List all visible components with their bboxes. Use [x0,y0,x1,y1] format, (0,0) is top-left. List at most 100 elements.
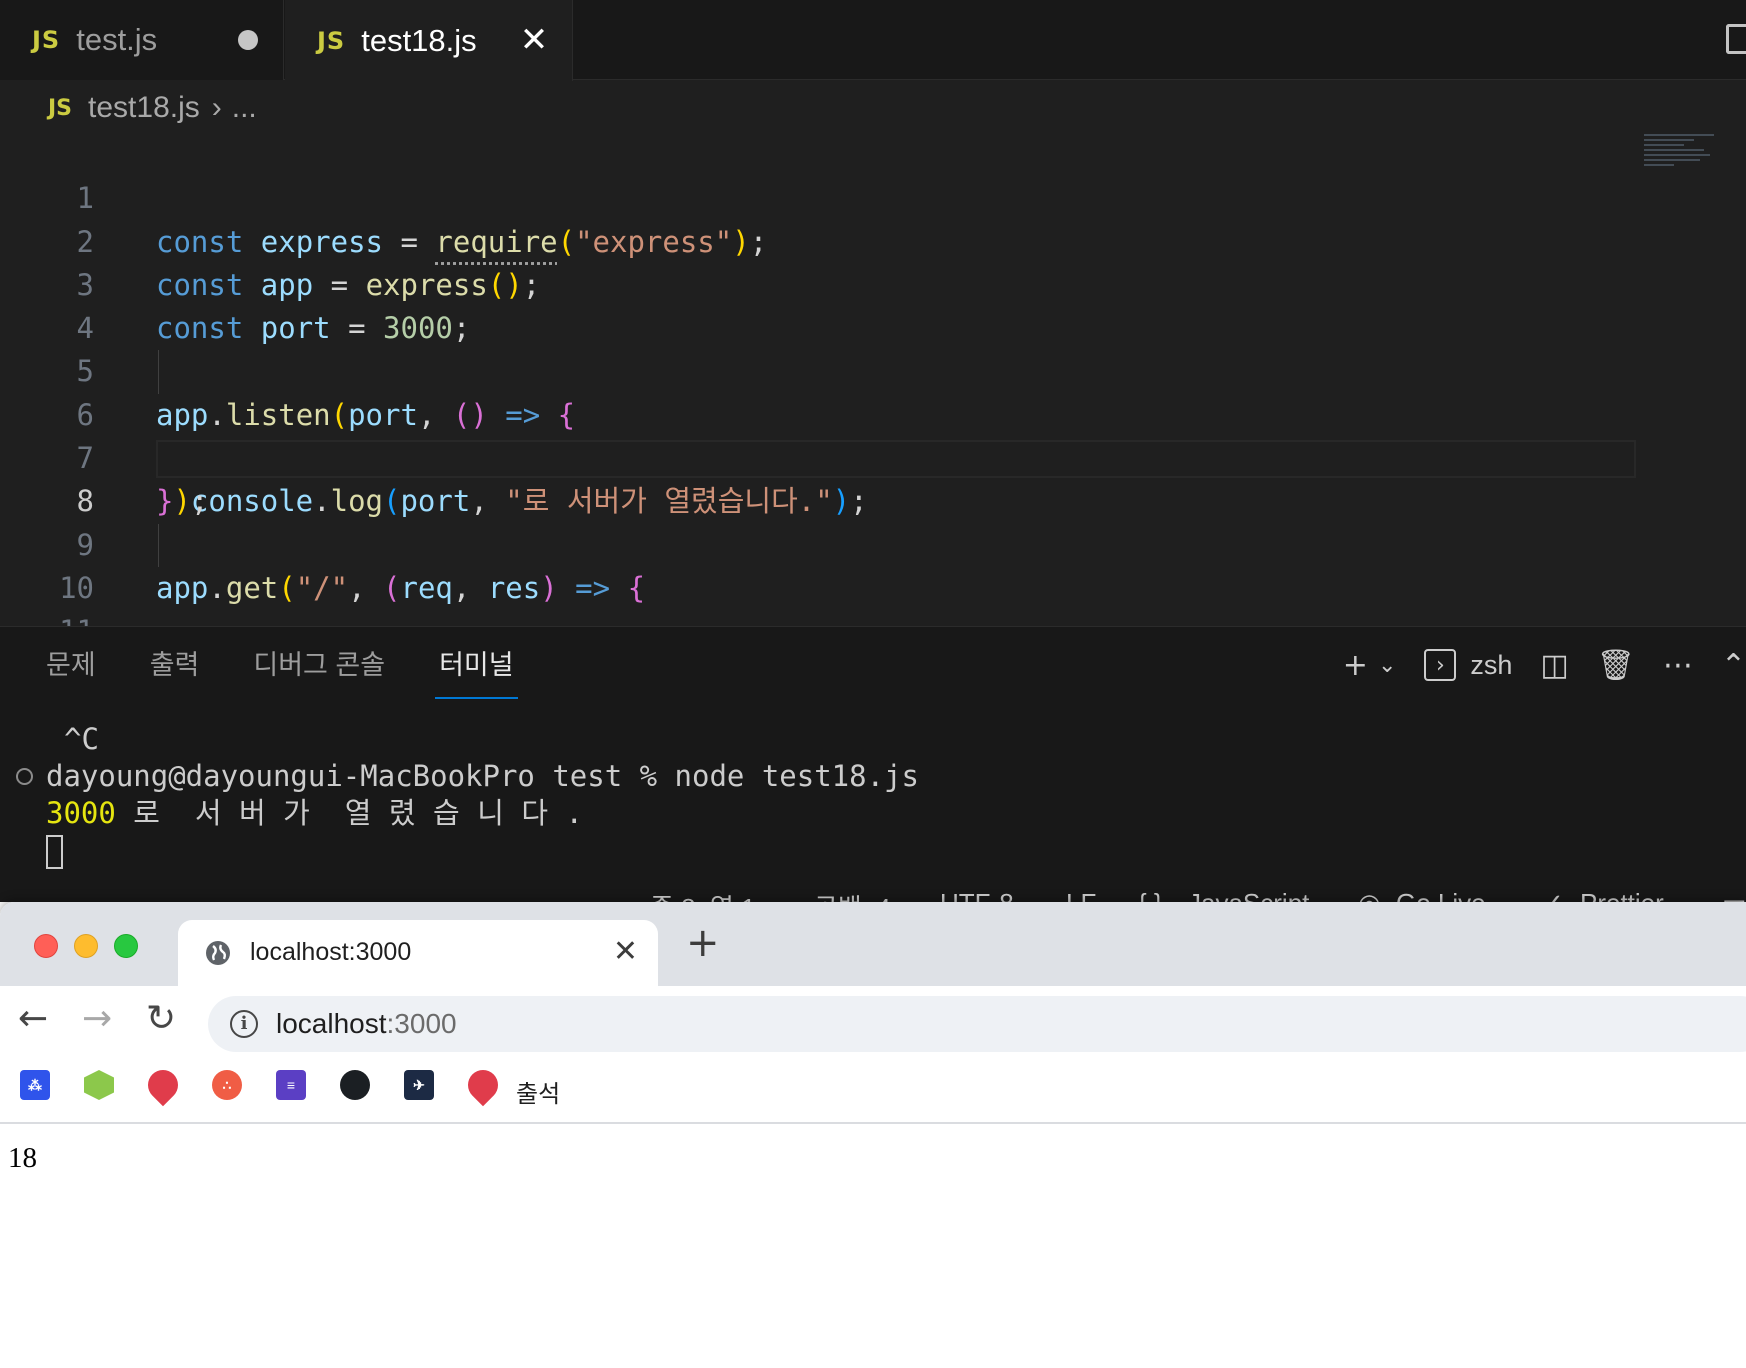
breadcrumb: JS test18.js › ... [48,90,257,126]
tab-terminal[interactable]: 터미널 [435,627,518,703]
terminal-cursor [46,835,63,869]
list-icon[interactable]: ≡ [276,1070,306,1100]
new-tab-icon[interactable]: + [686,920,720,966]
status-spaces[interactable]: 공백: 4 [814,888,891,902]
globe-icon [206,941,230,965]
terminal-line: ^C [0,721,919,758]
status-prettier[interactable]: Prettier [1580,888,1664,902]
address-bar[interactable]: i localhost:3000 [208,996,1746,1052]
breadcrumb-rest[interactable]: ... [232,91,257,125]
split-editor-icon[interactable] [1726,24,1746,54]
back-arrow-icon[interactable]: ← [18,998,48,1039]
unsaved-dot-icon[interactable] [238,30,258,50]
terminal-text: dayoung@dayoungui-MacBookPro test % node… [46,759,919,793]
code-line[interactable]: 6 console.log(port, "로 서버가 열렸습니다."); [0,350,1746,518]
editor-tab-bar: JS test.js JS test18.js ✕ [0,0,1746,81]
reload-icon[interactable]: ↻ [146,998,176,1039]
tab-test18-js[interactable]: JS test18.js ✕ [285,0,573,81]
github-icon[interactable] [340,1070,370,1100]
url-port: :3000 [386,1008,457,1039]
js-file-icon: JS [48,95,73,121]
tab-label: test18.js [361,22,477,58]
code-line-active[interactable]: 8 [0,437,1746,518]
status-position[interactable]: 줄 8, 열 1 [650,888,756,902]
terminal-line [0,832,919,869]
terminal-number: 3000 [46,796,116,830]
check-icon: ✓ [1542,888,1564,902]
browser-toolbar: ← → ↻ i localhost:3000 [0,986,1746,1058]
bookmarks-bar: ⁂ ∴ ≡ ✈ 출석 [0,1058,1746,1124]
code-line[interactable]: 3 const port = 3000; [0,221,1746,345]
code-line[interactable]: 11 }); [0,567,1746,691]
status-eol[interactable]: LF [1066,888,1096,902]
status-bar: 줄 8, 열 1 공백: 4 UTF-8 LF { } JavaScript ◎… [0,876,1746,902]
terminal-line: dayoung@dayoungui-MacBookPro test % node… [0,758,919,795]
close-icon[interactable]: ✕ [613,934,638,969]
minimize-window-button[interactable] [74,934,98,958]
code-line[interactable]: 9 app.get("/", (req, res) => { [0,480,1746,605]
node-icon[interactable] [84,1070,114,1100]
code-line[interactable]: 5 app.listen(port, () => { [0,307,1746,431]
split-terminal-icon[interactable]: ◫ [1540,648,1568,683]
code-line[interactable]: 2 const app = express(); [0,177,1746,302]
browser-window: localhost:3000 ✕ + ← → ↻ i localhost:300… [0,902,1746,1368]
broadcast-icon: ◎ [1358,888,1381,902]
url-host: localhost [276,1008,387,1039]
close-window-button[interactable] [34,934,58,958]
terminal-shell-button[interactable]: › zsh [1424,649,1512,681]
code-line[interactable]: 7 }); [0,394,1746,518]
command-status-icon[interactable] [16,768,33,785]
tab-problems[interactable]: 문제 [42,627,100,703]
page-body-text: 18 [8,1142,37,1174]
info-icon[interactable]: i [230,1010,258,1038]
close-icon[interactable]: ✕ [516,22,552,58]
js-file-icon: JS [32,26,61,54]
bookmark-label[interactable]: 출석 [516,1074,560,1109]
code-line[interactable]: 10 res.send("18"); [0,523,1746,692]
tab-output[interactable]: 출력 [146,627,204,703]
code-line[interactable]: 4 [0,264,1746,345]
status-encoding[interactable]: UTF-8 [940,888,1014,902]
browser-tab-title: localhost:3000 [250,938,412,966]
terminal-icon: › [1424,649,1457,681]
more-icon[interactable]: ⋯ [1663,648,1693,683]
status-golive[interactable]: Go Live [1396,888,1486,902]
minimap[interactable] [1644,134,1714,180]
tab-label: test.js [76,22,158,57]
breadcrumb-file[interactable]: test18.js [88,91,200,125]
code-line[interactable]: 1 const express = require("express"); [0,134,1746,258]
tab-debug-console[interactable]: 디버그 콘솔 [249,627,389,703]
code-icon[interactable] [461,1063,505,1107]
maximize-window-button[interactable] [114,934,138,958]
browser-tab[interactable]: localhost:3000 ✕ [178,920,658,986]
tab-test-js[interactable]: JS test.js [0,0,284,80]
terminal-text: 로 서 버 가 열 렸 습 니 다 . [115,796,583,830]
forward-arrow-icon[interactable]: → [82,998,112,1039]
code-editor[interactable]: 1 const express = require("express"); 2 … [0,134,1746,692]
dots-icon[interactable]: ∴ [212,1070,242,1100]
code-icon[interactable] [141,1063,185,1107]
url-text[interactable]: localhost:3000 [276,1008,457,1040]
browser-tab-strip: localhost:3000 ✕ + [0,902,1746,986]
indent-guide [158,350,159,394]
js-file-icon: JS [317,26,346,55]
new-terminal-icon[interactable]: + [1343,648,1368,683]
vscode-window: JS test.js JS test18.js ✕ JS test18.js ›… [0,0,1746,902]
bottom-panel: 문제 출력 디버그 콘솔 터미널 + ⌄ › zsh ◫ 🗑 ⋯ ⌃ ^C da… [0,626,1746,902]
braces-icon: { } [1138,888,1163,902]
terminal-output[interactable]: ^C dayoung@dayoungui-MacBookPro test % n… [0,721,919,869]
panel-actions: + ⌄ › zsh ◫ 🗑 ⋯ ⌃ [1315,627,1746,703]
chevron-right-icon: › [211,91,222,124]
notification-icon[interactable]: ▭ [1722,888,1746,902]
indent-guide [158,523,159,567]
panel-tab-bar: 문제 출력 디버그 콘솔 터미널 [0,627,518,703]
shell-name: zsh [1470,649,1513,680]
chevron-up-icon[interactable]: ⌃ [1721,648,1746,683]
bookmark-icon-1[interactable]: ⁂ [20,1070,50,1100]
terminal-text: ^C [64,722,99,756]
status-language[interactable]: JavaScript [1188,888,1309,902]
chevron-down-icon[interactable]: ⌄ [1378,653,1396,678]
bird-icon[interactable]: ✈ [404,1070,434,1100]
trash-icon[interactable]: 🗑 [1597,648,1635,683]
current-line-highlight [156,440,1636,479]
